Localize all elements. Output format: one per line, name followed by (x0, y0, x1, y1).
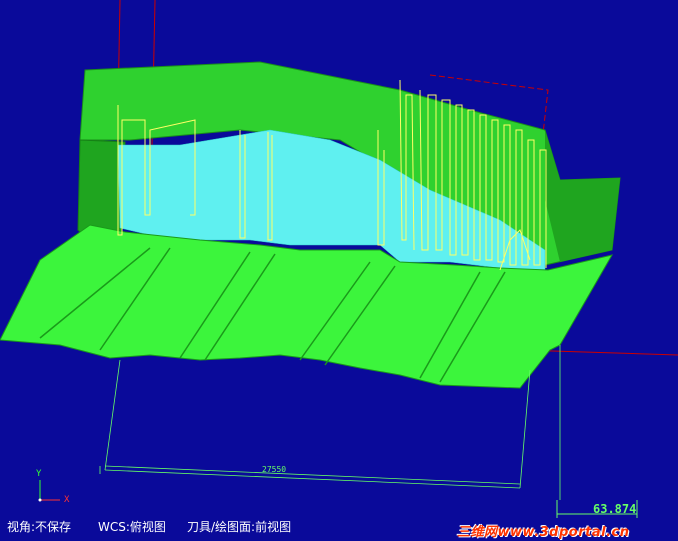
axis-y-label: Y (36, 469, 42, 479)
tool-plane-status[interactable]: 刀具/绘图面:前视图 (187, 518, 291, 535)
axis-indicator (38, 480, 60, 502)
surface-back-wall-shade (545, 130, 620, 262)
dimension-line (99, 465, 521, 485)
dimension-label: 27550 (262, 465, 287, 474)
axis-x-label: X (64, 495, 70, 505)
watermark: 三维网www.3dportal.cn (457, 525, 630, 540)
view-status[interactable]: 视角:不保存 (7, 518, 71, 535)
wcs-status[interactable]: WCS:俯视图 (98, 518, 166, 535)
graphics-viewport[interactable] (0, 0, 678, 541)
